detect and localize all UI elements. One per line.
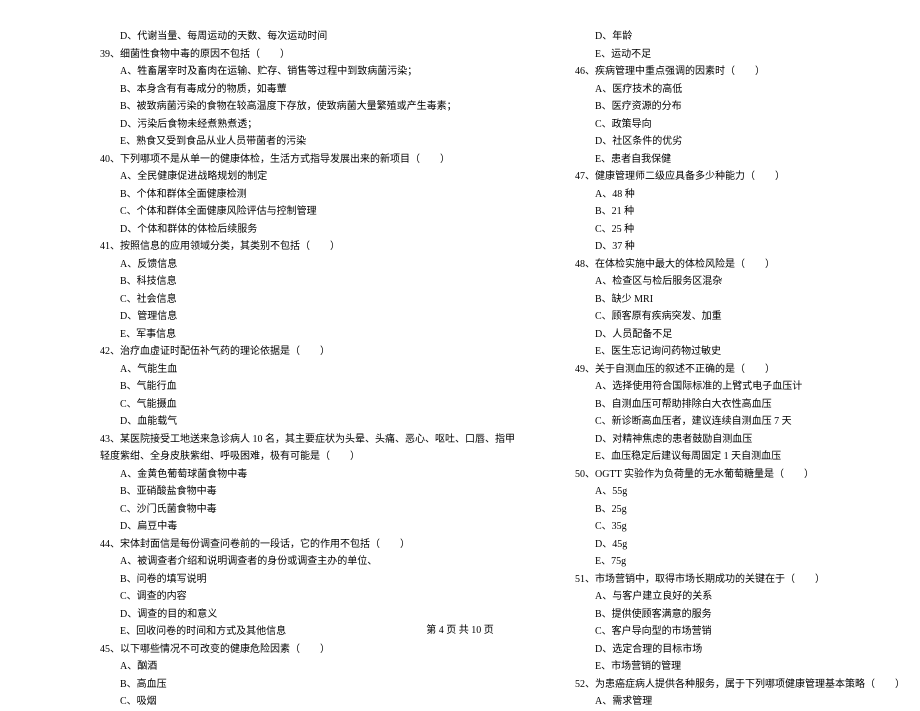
option-text: E、市场营销的管理 [575, 658, 905, 676]
option-text: C、沙门氏菌食物中毒 [100, 501, 515, 519]
option-text: A、全民健康促进战略规划的制定 [100, 168, 515, 186]
option-text: B、问卷的填写说明 [100, 571, 515, 589]
option-text: A、48 种 [575, 186, 905, 204]
question-text: 45、以下哪些情况不可改变的健康危险因素（ ） [100, 641, 515, 659]
option-text: D、年龄 [575, 28, 905, 46]
option-text: D、血能载气 [100, 413, 515, 431]
question-text: 44、宋体封面信是每份调查问卷前的一段话，它的作用不包括（ ） [100, 536, 515, 554]
option-text: C、新诊断高血压者，建议连续自测血压 7 天 [575, 413, 905, 431]
option-text: E、75g [575, 553, 905, 571]
question-text: 49、关于自测血压的叙述不正确的是（ ） [575, 361, 905, 379]
option-text: B、25g [575, 501, 905, 519]
option-text: C、顾客原有疾病突发、加重 [575, 308, 905, 326]
option-text: A、检查区与检后服务区混杂 [575, 273, 905, 291]
option-text: A、55g [575, 483, 905, 501]
option-text: A、气能生血 [100, 361, 515, 379]
option-text: B、医疗资源的分布 [575, 98, 905, 116]
question-text: 46、疾病管理中重点强调的因素时（ ） [575, 63, 905, 81]
option-text: A、金黄色葡萄球菌食物中毒 [100, 466, 515, 484]
question-text: 50、OGTT 实验作为负荷量的无水葡萄糖量是（ ） [575, 466, 905, 484]
question-text: 39、细菌性食物中毒的原因不包括（ ） [100, 46, 515, 64]
option-text: E、军事信息 [100, 326, 515, 344]
option-text: D、污染后食物未经煮熟煮透； [100, 116, 515, 134]
question-text: 40、下列哪项不是从单一的健康体检，生活方式指导发展出来的新项目（ ） [100, 151, 515, 169]
question-text: 52、为患癌症病人提供各种服务，属于下列哪项健康管理基本策略（ ） [575, 676, 905, 694]
option-text: D、人员配备不足 [575, 326, 905, 344]
option-text: B、高血压 [100, 676, 515, 694]
right-column: D、年龄 E、运动不足 46、疾病管理中重点强调的因素时（ ） A、医疗技术的高… [575, 28, 905, 711]
question-text: 41、按照信息的应用领域分类，其类别不包括（ ） [100, 238, 515, 256]
question-text: 42、治疗血虚证时配伍补气药的理论依据是（ ） [100, 343, 515, 361]
option-text: E、医生忘记询问药物过敏史 [575, 343, 905, 361]
option-text: B、缺少 MRI [575, 291, 905, 309]
page-footer: 第 4 页 共 10 页 [0, 621, 920, 636]
option-text: D、对精神焦虑的患者鼓励自测血压 [575, 431, 905, 449]
option-text: A、酗酒 [100, 658, 515, 676]
option-text: D、扁豆中毒 [100, 518, 515, 536]
option-text: D、37 种 [575, 238, 905, 256]
option-text: D、45g [575, 536, 905, 554]
option-text: B、亚硝酸盐食物中毒 [100, 483, 515, 501]
left-column: D、代谢当量、每周运动的天数、每次运动时间 39、细菌性食物中毒的原因不包括（ … [100, 28, 515, 711]
option-text: E、血压稳定后建议每周固定 1 天自测血压 [575, 448, 905, 466]
option-text: B、自测血压可帮助排除白大衣性高血压 [575, 396, 905, 414]
option-text: C、社会信息 [100, 291, 515, 309]
option-text: B、本身含有有毒成分的物质，如毒蕈 [100, 81, 515, 99]
option-text: A、被调查者介绍和说明调查者的身份或调查主办的单位、 [100, 553, 515, 571]
option-text: D、选定合理的目标市场 [575, 641, 905, 659]
option-text: D、管理信息 [100, 308, 515, 326]
two-column-layout: D、代谢当量、每周运动的天数、每次运动时间 39、细菌性食物中毒的原因不包括（ … [100, 28, 870, 711]
option-text: E、运动不足 [575, 46, 905, 64]
option-text: B、科技信息 [100, 273, 515, 291]
question-text: 43、某医院接受工地送来急诊病人 10 名，其主要症状为头晕、头痛、恶心、呕吐、… [100, 431, 515, 449]
option-text: C、调查的内容 [100, 588, 515, 606]
option-text: E、患者自我保健 [575, 151, 905, 169]
question-text: 48、在体检实施中最大的体检风险是（ ） [575, 256, 905, 274]
option-text: A、牲畜屠宰时及畜肉在运输、贮存、销售等过程中到致病菌污染； [100, 63, 515, 81]
option-text: B、21 种 [575, 203, 905, 221]
option-text: A、需求管理 [575, 693, 905, 711]
option-text: D、代谢当量、每周运动的天数、每次运动时间 [100, 28, 515, 46]
option-text: B、个体和群体全面健康检测 [100, 186, 515, 204]
option-text: D、个体和群体的体检后续服务 [100, 221, 515, 239]
option-text: B、气能行血 [100, 378, 515, 396]
option-text: C、35g [575, 518, 905, 536]
option-text: C、吸烟 [100, 693, 515, 711]
option-text: C、政策导向 [575, 116, 905, 134]
question-continuation: 轻度紫绀、全身皮肤紫绀、呼吸困难，极有可能是（ ） [100, 448, 515, 466]
option-text: A、选择使用符合国际标准的上臂式电子血压计 [575, 378, 905, 396]
option-text: C、个体和群体全面健康风险评估与控制管理 [100, 203, 515, 221]
option-text: D、社区条件的优劣 [575, 133, 905, 151]
option-text: C、25 种 [575, 221, 905, 239]
question-text: 47、健康管理师二级应具备多少种能力（ ） [575, 168, 905, 186]
option-text: A、医疗技术的高低 [575, 81, 905, 99]
question-text: 51、市场营销中，取得市场长期成功的关键在于（ ） [575, 571, 905, 589]
option-text: E、熟食又受到食品从业人员带菌者的污染 [100, 133, 515, 151]
option-text: B、被致病菌污染的食物在较高温度下存放，使致病菌大量繁殖或产生毒素； [100, 98, 515, 116]
option-text: A、反馈信息 [100, 256, 515, 274]
option-text: A、与客户建立良好的关系 [575, 588, 905, 606]
option-text: C、气能摄血 [100, 396, 515, 414]
